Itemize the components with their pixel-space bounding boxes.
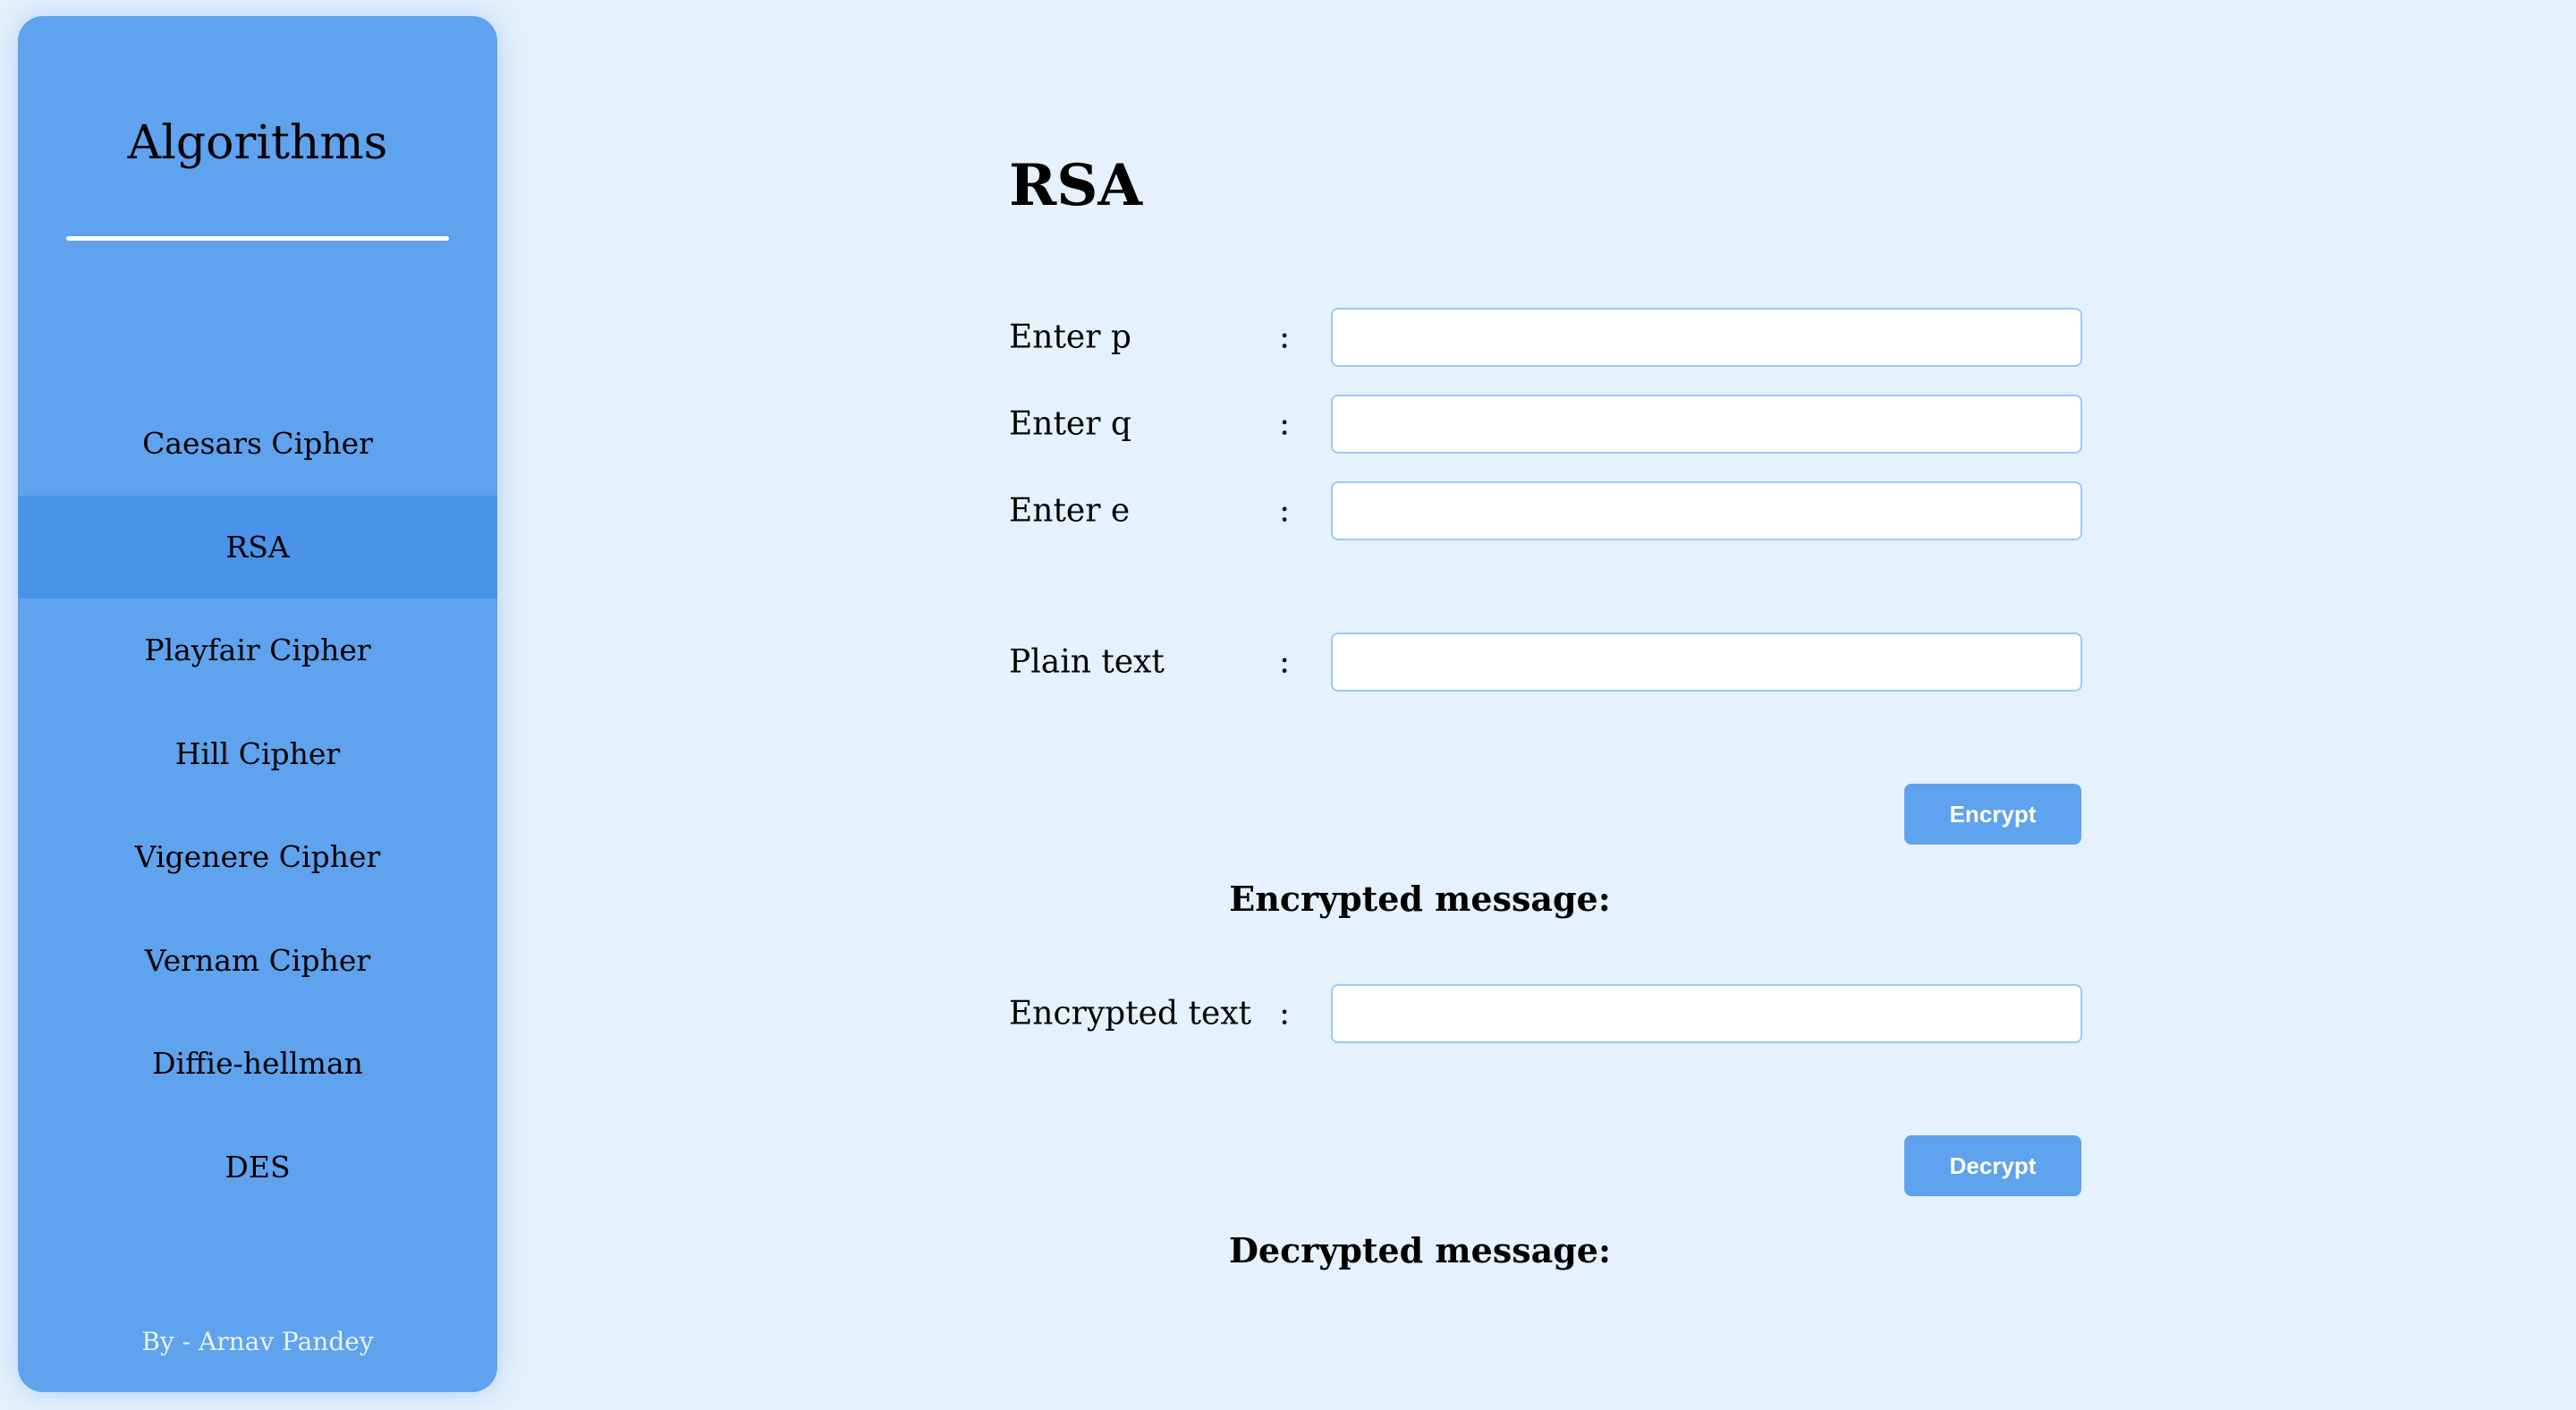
colon: : [1279,643,1291,681]
sidebar: Algorithms Caesars Cipher RSA Playfair C… [18,16,497,1392]
field-row-p: Enter p : [1009,308,2082,367]
sidebar-item-hill-cipher[interactable]: Hill Cipher [18,702,497,806]
encrypt-button[interactable]: Encrypt [1904,784,2081,845]
sidebar-item-des[interactable]: DES [18,1116,497,1219]
colon: : [1279,405,1291,443]
encrypted-text-label: Encrypted text [1009,995,1252,1032]
sidebar-item-vigenere-cipher[interactable]: Vigenere Cipher [18,805,497,909]
colon: : [1279,492,1291,530]
plain-text-input[interactable] [1331,633,2082,692]
sidebar-title: Algorithms [127,116,388,170]
p-input[interactable] [1331,308,2082,367]
sidebar-footer-credit: By - Arnav Pandey [141,1327,374,1356]
sidebar-item-vernam-cipher[interactable]: Vernam Cipher [18,909,497,1013]
e-label: Enter e [1009,492,1131,530]
plain-text-label: Plain text [1009,643,1165,681]
q-input[interactable] [1331,395,2082,454]
p-label: Enter p [1009,319,1131,356]
field-row-e: Enter e : [1009,481,2082,540]
sidebar-divider [66,236,449,241]
field-row-encrypted-text: Encrypted text : [1009,984,2082,1043]
page-title: RSA [1009,152,1143,219]
encrypted-message-label: Encrypted message: [1229,879,1611,919]
sidebar-nav: Caesars Cipher RSA Playfair Cipher Hill … [18,392,497,1219]
encrypted-text-input[interactable] [1331,984,2082,1043]
sidebar-item-rsa[interactable]: RSA [18,495,497,599]
field-row-plain-text: Plain text : [1009,633,2082,692]
decrypt-button[interactable]: Decrypt [1904,1135,2081,1196]
e-input[interactable] [1331,481,2082,540]
sidebar-item-playfair-cipher[interactable]: Playfair Cipher [18,599,497,702]
field-row-q: Enter q : [1009,395,2082,454]
decrypted-message-label: Decrypted message: [1228,1230,1612,1270]
colon: : [1279,995,1291,1032]
sidebar-item-caesars-cipher[interactable]: Caesars Cipher [18,392,497,496]
q-label: Enter q [1009,405,1131,443]
colon: : [1279,319,1291,356]
sidebar-item-diffie-hellman[interactable]: Diffie-hellman [18,1012,497,1116]
